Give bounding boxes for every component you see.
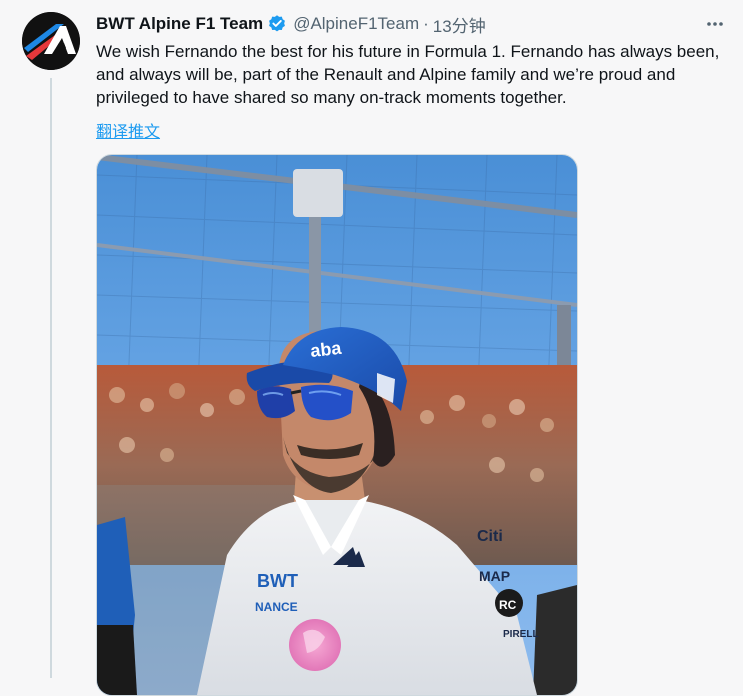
tweet[interactable]: BWT Alpine F1 Team @AlpineF1Team · 13分钟 … (0, 0, 743, 696)
verified-badge-icon (267, 14, 287, 34)
suit-sponsor-nance: NANCE (255, 600, 298, 614)
separator-dot: · (423, 14, 429, 33)
author-name[interactable]: BWT Alpine F1 Team (96, 14, 263, 34)
suit-sponsor-rc: RC (499, 598, 517, 612)
cap-sponsor-text: aba (309, 338, 343, 361)
suit-sponsor-bwt: BWT (257, 571, 298, 591)
tweet-text: We wish Fernando the best for his future… (96, 42, 720, 107)
suit-sponsor-citi: Citi (477, 528, 503, 545)
timestamp[interactable]: 13分钟 (433, 12, 486, 37)
more-options-icon[interactable] (703, 12, 727, 36)
thread-line (50, 78, 52, 678)
tweet-photo[interactable]: BWT NANCE Citi MAP RC PIRELL aba (96, 154, 578, 696)
driver-photo: BWT NANCE Citi MAP RC PIRELL aba (97, 155, 577, 695)
tweet-header: BWT Alpine F1 Team @AlpineF1Team · 13分钟 (96, 12, 486, 37)
translate-tweet-link[interactable]: 翻译推文 (96, 118, 160, 142)
avatar[interactable] (22, 12, 80, 70)
suit-sponsor-pirelli: PIRELL (503, 629, 539, 640)
author-handle[interactable]: @AlpineF1Team (293, 14, 419, 34)
suit-sponsor-map: MAP (479, 568, 510, 584)
alpine-logo-icon (22, 12, 80, 70)
